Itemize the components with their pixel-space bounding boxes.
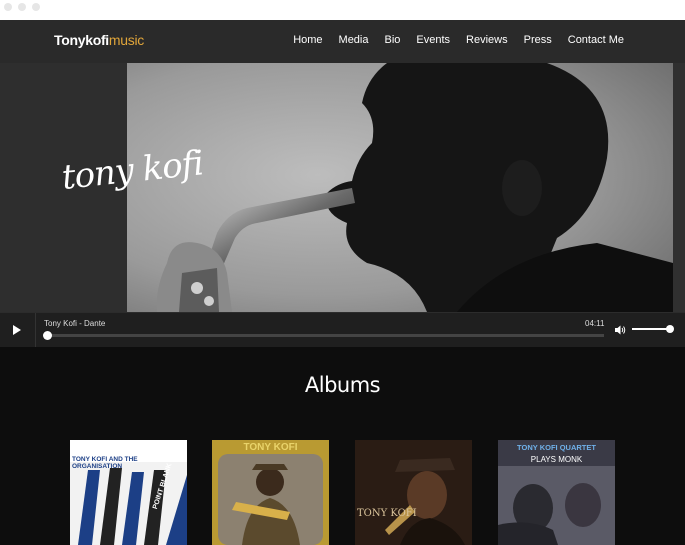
album-cover-tony-kofi-portrait[interactable]: TONY KOFI (355, 440, 472, 545)
album-cover-tony-kofi[interactable]: TONY KOFI (212, 440, 329, 545)
volume-handle[interactable] (666, 325, 674, 333)
album-2-title: TONY KOFI (243, 442, 298, 453)
nav-media[interactable]: Media (339, 34, 369, 46)
audio-player: Tony Kofi - Dante 04:11 (0, 312, 685, 347)
track-title: Tony Kofi - Dante (44, 319, 106, 328)
track-duration: 04:11 (585, 319, 605, 328)
window-chrome (0, 0, 685, 20)
nav-events[interactable]: Events (416, 34, 450, 46)
progress-bar[interactable] (43, 331, 604, 340)
nav-home[interactable]: Home (293, 34, 322, 46)
nav-contact-me[interactable]: Contact Me (568, 34, 624, 46)
play-icon (13, 325, 21, 335)
albums-section: Albums TONY KOFI AND THE ORGANISATION PO… (0, 347, 685, 545)
progress-handle[interactable] (43, 331, 52, 340)
window-close-icon[interactable] (4, 3, 12, 11)
site-logo[interactable]: Tonykofimusic (54, 32, 144, 48)
album-cover-organisation[interactable]: TONY KOFI AND THE ORGANISATION POINT BLA… (70, 440, 187, 545)
hero-right-edge (673, 63, 685, 312)
saxophonist-photo (127, 63, 673, 312)
volume-slider[interactable] (632, 325, 674, 333)
main-menu: Home Media Bio Events Reviews Press Cont… (293, 34, 624, 46)
window-minimize-icon[interactable] (18, 3, 26, 11)
hero-banner: tony kofi (0, 63, 685, 312)
logo-accent: music (108, 32, 144, 48)
album-cover-plays-monk[interactable]: TONY KOFI QUARTET PLAYS MONK (498, 440, 615, 545)
top-navigation: Tonykofimusic Home Media Bio Events Revi… (0, 20, 685, 63)
nav-bio[interactable]: Bio (385, 34, 401, 46)
logo-name: Tonykofi (54, 32, 109, 48)
nav-press[interactable]: Press (524, 34, 552, 46)
album-3-title: TONY KOFI (357, 508, 417, 519)
volume-icon[interactable] (614, 324, 626, 336)
albums-heading: Albums (304, 373, 381, 397)
album-4-subtitle: PLAYS MONK (530, 455, 583, 464)
album-4-title: TONY KOFI QUARTET (517, 443, 596, 452)
window-maximize-icon[interactable] (32, 3, 40, 11)
play-button[interactable] (0, 313, 36, 347)
nav-reviews[interactable]: Reviews (466, 34, 508, 46)
